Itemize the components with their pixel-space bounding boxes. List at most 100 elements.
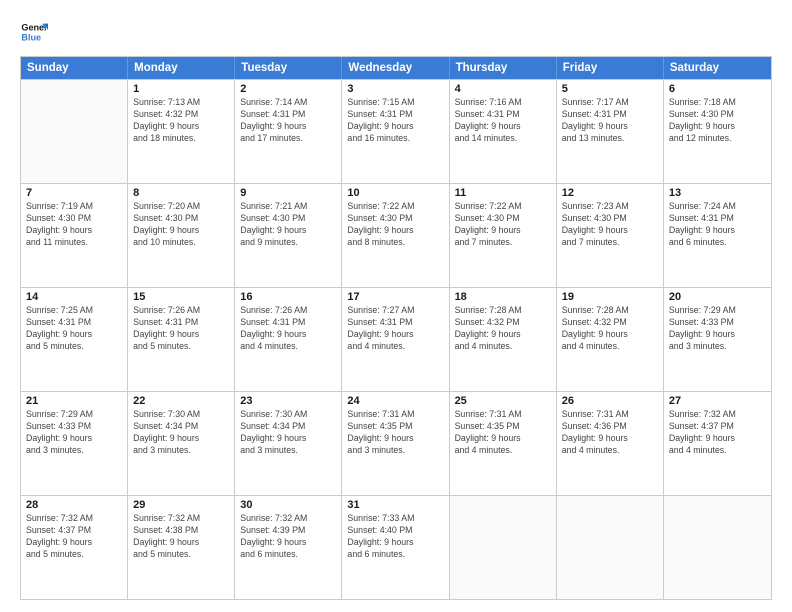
cell-info: Sunrise: 7:16 AM Sunset: 4:31 PM Dayligh… — [455, 97, 551, 145]
cell-info: Sunrise: 7:26 AM Sunset: 4:31 PM Dayligh… — [133, 305, 229, 353]
cell-date: 29 — [133, 499, 229, 511]
cell-info: Sunrise: 7:33 AM Sunset: 4:40 PM Dayligh… — [347, 513, 443, 561]
cell-date: 28 — [26, 499, 122, 511]
cell-date: 6 — [669, 83, 766, 95]
cell-date: 22 — [133, 395, 229, 407]
cell-date: 17 — [347, 291, 443, 303]
calendar-cell — [450, 496, 557, 599]
calendar-cell: 13 Sunrise: 7:24 AM Sunset: 4:31 PM Dayli… — [664, 184, 771, 287]
calendar-cell: 31 Sunrise: 7:33 AM Sunset: 4:40 PM Dayli… — [342, 496, 449, 599]
calendar-row-2: 7 Sunrise: 7:19 AM Sunset: 4:30 PM Daylig… — [21, 183, 771, 287]
calendar-cell: 1 Sunrise: 7:13 AM Sunset: 4:32 PM Daylig… — [128, 80, 235, 183]
cell-date: 4 — [455, 83, 551, 95]
calendar-header: SundayMondayTuesdayWednesdayThursdayFrid… — [21, 57, 771, 79]
calendar-cell: 19Sunrise: 7:28 AM Sunset: 4:32 PM Dayli… — [557, 288, 664, 391]
header-day-friday: Friday — [557, 57, 664, 79]
cell-info: Sunrise: 7:32 AM Sunset: 4:39 PM Dayligh… — [240, 513, 336, 561]
cell-info: Sunrise: 7:32 AM Sunset: 4:37 PM Dayligh… — [669, 409, 766, 457]
cell-info: Sunrise: 7:30 AM Sunset: 4:34 PM Dayligh… — [133, 409, 229, 457]
calendar-cell: 2 Sunrise: 7:14 AM Sunset: 4:31 PM Daylig… — [235, 80, 342, 183]
cell-info: Sunrise: 7:31 AM Sunset: 4:36 PM Dayligh… — [562, 409, 658, 457]
calendar-row-1: 1 Sunrise: 7:13 AM Sunset: 4:32 PM Daylig… — [21, 79, 771, 183]
cell-date: 25 — [455, 395, 551, 407]
calendar-row-5: 28 Sunrise: 7:32 AM Sunset: 4:37 PM Dayli… — [21, 495, 771, 599]
cell-info: Sunrise: 7:24 AM Sunset: 4:31 PM Dayligh… — [669, 201, 766, 249]
cell-info: Sunrise: 7:25 AM Sunset: 4:31 PM Dayligh… — [26, 305, 122, 353]
calendar-cell: 3 Sunrise: 7:15 AM Sunset: 4:31 PM Daylig… — [342, 80, 449, 183]
cell-info: Sunrise: 7:17 AM Sunset: 4:31 PM Dayligh… — [562, 97, 658, 145]
cell-info: Sunrise: 7:32 AM Sunset: 4:38 PM Dayligh… — [133, 513, 229, 561]
logo: General Blue — [20, 18, 48, 46]
cell-date: 13 — [669, 187, 766, 199]
cell-info: Sunrise: 7:32 AM Sunset: 4:37 PM Dayligh… — [26, 513, 122, 561]
calendar-cell: 23Sunrise: 7:30 AM Sunset: 4:34 PM Dayli… — [235, 392, 342, 495]
cell-info: Sunrise: 7:26 AM Sunset: 4:31 PM Dayligh… — [240, 305, 336, 353]
cell-date: 10 — [347, 187, 443, 199]
cell-info: Sunrise: 7:31 AM Sunset: 4:35 PM Dayligh… — [455, 409, 551, 457]
cell-info: Sunrise: 7:23 AM Sunset: 4:30 PM Dayligh… — [562, 201, 658, 249]
calendar-row-4: 21 Sunrise: 7:29 AM Sunset: 4:33 PM Dayli… — [21, 391, 771, 495]
calendar-cell: 21 Sunrise: 7:29 AM Sunset: 4:33 PM Dayli… — [21, 392, 128, 495]
calendar-cell: 17 Sunrise: 7:27 AM Sunset: 4:31 PM Dayli… — [342, 288, 449, 391]
cell-date: 5 — [562, 83, 658, 95]
cell-info: Sunrise: 7:29 AM Sunset: 4:33 PM Dayligh… — [669, 305, 766, 353]
header-day-sunday: Sunday — [21, 57, 128, 79]
calendar-cell: 22 Sunrise: 7:30 AM Sunset: 4:34 PM Dayli… — [128, 392, 235, 495]
calendar-cell: 4 Sunrise: 7:16 AM Sunset: 4:31 PM Daylig… — [450, 80, 557, 183]
cell-date: 9 — [240, 187, 336, 199]
cell-date: 3 — [347, 83, 443, 95]
svg-text:Blue: Blue — [21, 32, 41, 42]
cell-info: Sunrise: 7:18 AM Sunset: 4:30 PM Dayligh… — [669, 97, 766, 145]
calendar-cell: 20 Sunrise: 7:29 AM Sunset: 4:33 PM Dayli… — [664, 288, 771, 391]
cell-date: 14 — [26, 291, 122, 303]
cell-date: 18 — [455, 291, 551, 303]
cell-date: 8 — [133, 187, 229, 199]
calendar-cell: 26 Sunrise: 7:31 AM Sunset: 4:36 PM Dayli… — [557, 392, 664, 495]
cell-info: Sunrise: 7:19 AM Sunset: 4:30 PM Dayligh… — [26, 201, 122, 249]
calendar-cell: 11Sunrise: 7:22 AM Sunset: 4:30 PM Dayli… — [450, 184, 557, 287]
calendar-cell: 25 Sunrise: 7:31 AM Sunset: 4:35 PM Dayli… — [450, 392, 557, 495]
cell-date: 1 — [133, 83, 229, 95]
calendar-cell: 10 Sunrise: 7:22 AM Sunset: 4:30 PM Dayli… — [342, 184, 449, 287]
header-day-wednesday: Wednesday — [342, 57, 449, 79]
logo-icon: General Blue — [20, 18, 48, 46]
cell-date: 2 — [240, 83, 336, 95]
cell-info: Sunrise: 7:15 AM Sunset: 4:31 PM Dayligh… — [347, 97, 443, 145]
cell-date: 23 — [240, 395, 336, 407]
cell-info: Sunrise: 7:28 AM Sunset: 4:32 PM Dayligh… — [562, 305, 658, 353]
calendar-row-3: 14 Sunrise: 7:25 AM Sunset: 4:31 PM Dayli… — [21, 287, 771, 391]
calendar-cell: 5 Sunrise: 7:17 AM Sunset: 4:31 PM Daylig… — [557, 80, 664, 183]
cell-info: Sunrise: 7:31 AM Sunset: 4:35 PM Dayligh… — [347, 409, 443, 457]
cell-info: Sunrise: 7:14 AM Sunset: 4:31 PM Dayligh… — [240, 97, 336, 145]
calendar: SundayMondayTuesdayWednesdayThursdayFrid… — [20, 56, 772, 600]
cell-info: Sunrise: 7:13 AM Sunset: 4:32 PM Dayligh… — [133, 97, 229, 145]
calendar-cell: 29 Sunrise: 7:32 AM Sunset: 4:38 PM Dayli… — [128, 496, 235, 599]
cell-info: Sunrise: 7:28 AM Sunset: 4:32 PM Dayligh… — [455, 305, 551, 353]
cell-date: 11 — [455, 187, 551, 199]
calendar-cell: 24Sunrise: 7:31 AM Sunset: 4:35 PM Dayli… — [342, 392, 449, 495]
calendar-cell: 8 Sunrise: 7:20 AM Sunset: 4:30 PM Daylig… — [128, 184, 235, 287]
calendar-cell: 28 Sunrise: 7:32 AM Sunset: 4:37 PM Dayli… — [21, 496, 128, 599]
cell-date: 30 — [240, 499, 336, 511]
calendar-cell: 15 Sunrise: 7:26 AM Sunset: 4:31 PM Dayli… — [128, 288, 235, 391]
cell-date: 15 — [133, 291, 229, 303]
cell-info: Sunrise: 7:27 AM Sunset: 4:31 PM Dayligh… — [347, 305, 443, 353]
cell-info: Sunrise: 7:22 AM Sunset: 4:30 PM Dayligh… — [347, 201, 443, 249]
cell-info: Sunrise: 7:20 AM Sunset: 4:30 PM Dayligh… — [133, 201, 229, 249]
cell-info: Sunrise: 7:29 AM Sunset: 4:33 PM Dayligh… — [26, 409, 122, 457]
cell-date: 31 — [347, 499, 443, 511]
calendar-cell: 14 Sunrise: 7:25 AM Sunset: 4:31 PM Dayli… — [21, 288, 128, 391]
cell-date: 7 — [26, 187, 122, 199]
page: General Blue SundayMondayTuesdayWednesda… — [0, 0, 792, 612]
header-day-thursday: Thursday — [450, 57, 557, 79]
cell-date: 12 — [562, 187, 658, 199]
cell-date: 26 — [562, 395, 658, 407]
header-day-tuesday: Tuesday — [235, 57, 342, 79]
calendar-cell: 12 Sunrise: 7:23 AM Sunset: 4:30 PM Dayli… — [557, 184, 664, 287]
cell-date: 21 — [26, 395, 122, 407]
calendar-cell: 7 Sunrise: 7:19 AM Sunset: 4:30 PM Daylig… — [21, 184, 128, 287]
calendar-cell: 9Sunrise: 7:21 AM Sunset: 4:30 PM Daylig… — [235, 184, 342, 287]
cell-date: 20 — [669, 291, 766, 303]
calendar-cell: 16Sunrise: 7:26 AM Sunset: 4:31 PM Dayli… — [235, 288, 342, 391]
calendar-cell — [21, 80, 128, 183]
